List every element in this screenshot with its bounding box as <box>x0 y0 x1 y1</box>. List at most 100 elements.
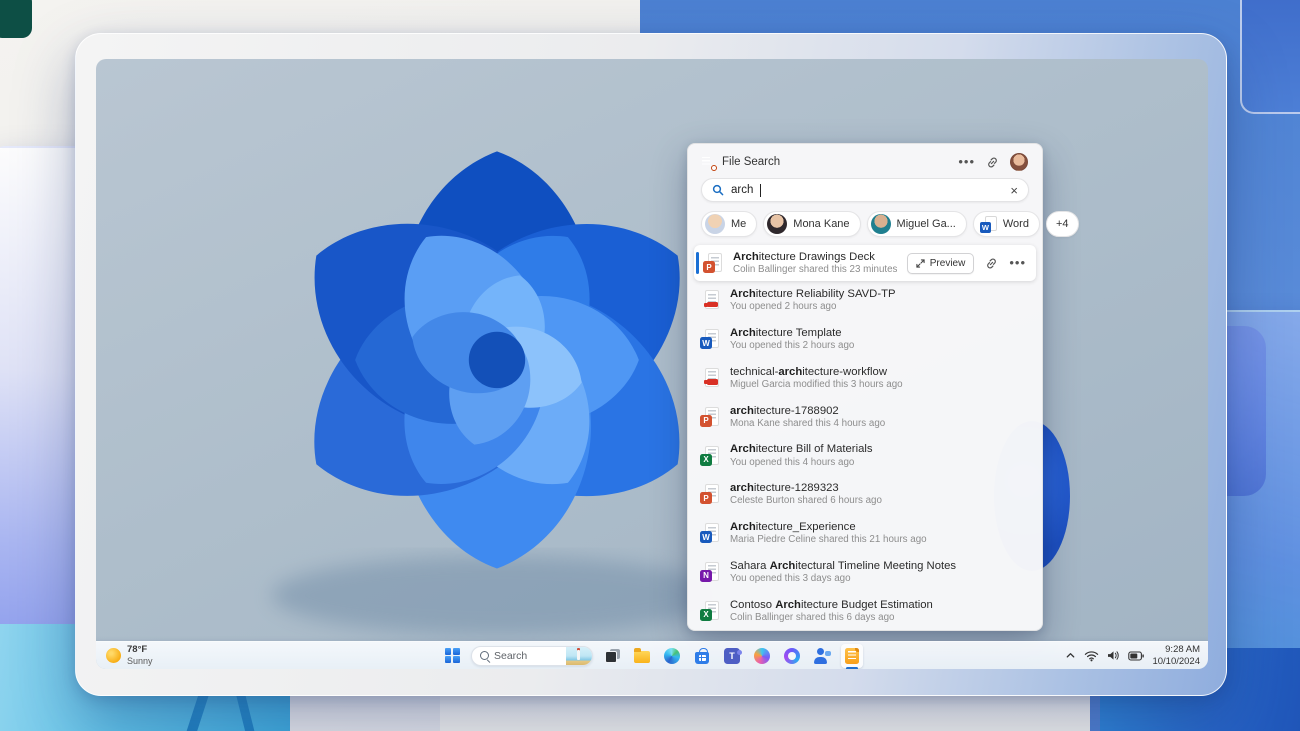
filter-chip-miguel[interactable]: Miguel Ga... <box>867 211 967 237</box>
copy-link-icon[interactable] <box>984 256 999 271</box>
result-row[interactable]: technical-architecture-workflow Miguel G… <box>688 359 1042 398</box>
result-row[interactable]: Architecture Reliability SAVD-TP You ope… <box>688 281 1042 320</box>
clock[interactable]: 9:28 AM 10/10/2024 <box>1152 644 1200 667</box>
folder-icon <box>634 651 650 663</box>
weather-condition: Sunny <box>127 656 153 666</box>
task-view-button[interactable] <box>601 644 623 668</box>
clock-time: 9:28 AM <box>1152 644 1200 655</box>
tray-chevron-icon[interactable] <box>1065 650 1076 661</box>
filter-chip-me[interactable]: Me <box>701 211 757 237</box>
file-search-icon <box>845 648 859 664</box>
result-title: Sahara Architectural Timeline Meeting No… <box>730 559 1042 573</box>
edge-button[interactable] <box>661 644 683 668</box>
result-title: architecture-1788902 <box>730 404 1042 418</box>
copilot-icon <box>754 648 770 664</box>
system-tray: 9:28 AM 10/10/2024 <box>1065 642 1200 669</box>
result-row[interactable]: P architecture-1788902 Mona Kane shared … <box>688 397 1042 436</box>
result-title: technical-architecture-workflow <box>730 365 1042 379</box>
clear-search-icon[interactable]: × <box>1010 183 1018 198</box>
people-icon <box>814 648 831 664</box>
people-button[interactable] <box>811 644 833 668</box>
window-title: File Search <box>722 156 951 168</box>
result-title: Architecture Reliability SAVD-TP <box>730 287 1042 301</box>
result-meta: You opened 2 hours ago <box>730 301 1042 313</box>
file-search-taskbar-button[interactable] <box>841 644 863 668</box>
row-more-options-icon[interactable]: ••• <box>1009 259 1026 267</box>
taskbar-search-label: Search <box>494 650 561 662</box>
powerpoint-file-icon: P <box>703 253 723 273</box>
taskbar-search-box[interactable]: Search <box>471 646 593 666</box>
speaker-icon[interactable] <box>1107 650 1120 661</box>
expand-icon <box>916 259 925 268</box>
word-app-icon: W <box>980 216 997 233</box>
preview-button[interactable]: Preview <box>907 253 975 274</box>
copilot-button[interactable] <box>751 644 773 668</box>
result-row[interactable]: W Architecture Template You opened this … <box>688 320 1042 359</box>
result-meta: Colin Ballinger shared this 6 days ago <box>730 612 1042 624</box>
start-button[interactable] <box>441 644 463 668</box>
search-icon <box>712 184 724 196</box>
profile-avatar[interactable] <box>1010 153 1028 171</box>
search-highlight-thumbnail <box>566 646 592 666</box>
selection-accent-bar <box>696 252 699 274</box>
excel-file-icon: X <box>700 446 720 466</box>
filter-chips: Me Mona Kane Miguel Ga... W Word +4 <box>701 211 1029 237</box>
pdf-file-icon <box>700 368 720 388</box>
teams-icon: T <box>724 648 740 664</box>
search-icon <box>480 651 489 660</box>
file-search-app-icon <box>700 154 715 170</box>
result-title: architecture-1289323 <box>730 481 1042 495</box>
result-title: Architecture_Experience <box>730 520 1042 534</box>
backdrop-teal-corner <box>0 0 32 38</box>
desktop-screen: File Search ••• arch <box>96 59 1208 669</box>
result-row[interactable]: W Architecture_Experience Maria Piedre C… <box>688 514 1042 553</box>
backdrop-panel-top-right <box>1240 0 1300 114</box>
excel-file-icon: X <box>700 601 720 621</box>
battery-icon[interactable] <box>1128 651 1144 661</box>
taskbar: 78°F Sunny Search T <box>96 641 1208 669</box>
weather-widget[interactable]: 78°F Sunny <box>106 642 153 669</box>
result-row[interactable]: X Contoso Architecture Budget Estimation… <box>688 591 1042 630</box>
filter-chip-more[interactable]: +4 <box>1046 211 1079 237</box>
loop-icon <box>784 648 800 664</box>
word-file-icon: W <box>700 329 720 349</box>
result-title: Architecture Drawings Deck <box>733 250 897 264</box>
result-row[interactable]: X Architecture Bill of Materials You ope… <box>688 436 1042 475</box>
link-icon[interactable] <box>985 155 1000 170</box>
result-meta: Colin Ballinger shared this 23 minutes a… <box>733 264 897 276</box>
monitor: File Search ••• arch <box>75 33 1227 696</box>
result-title: Contoso Architecture Budget Estimation <box>730 598 1042 612</box>
more-options-icon[interactable]: ••• <box>958 158 975 166</box>
word-file-icon: W <box>700 523 720 543</box>
taskbar-center: Search T <box>441 642 863 669</box>
wifi-icon[interactable] <box>1084 650 1099 662</box>
result-row[interactable]: N Sahara Architectural Timeline Meeting … <box>688 553 1042 592</box>
result-row[interactable]: P architecture-1289323 Celeste Burton sh… <box>688 475 1042 514</box>
filter-chip-mona-kane[interactable]: Mona Kane <box>763 211 860 237</box>
result-row-selected[interactable]: P Architecture Drawings Deck Colin Balli… <box>694 245 1036 281</box>
pdf-file-icon <box>700 290 720 310</box>
windows-logo-icon <box>445 648 460 663</box>
onenote-file-icon: N <box>700 562 720 582</box>
clock-date: 10/10/2024 <box>1152 656 1200 667</box>
search-text: arch <box>731 184 753 196</box>
result-meta: You opened this 3 days ago <box>730 573 1042 585</box>
result-meta: You opened this 2 hours ago <box>730 340 1042 352</box>
search-input[interactable]: arch × <box>701 178 1029 202</box>
loop-button[interactable] <box>781 644 803 668</box>
result-title: Architecture Bill of Materials <box>730 442 1042 456</box>
powerpoint-file-icon: P <box>700 484 720 504</box>
result-meta: Celeste Burton shared 6 hours ago <box>730 495 1042 507</box>
result-meta: You opened this 4 hours ago <box>730 457 1042 469</box>
filter-chip-word[interactable]: W Word <box>973 211 1040 237</box>
teams-button[interactable]: T <box>721 644 743 668</box>
edge-icon <box>664 648 680 664</box>
microsoft-store-button[interactable] <box>691 644 713 668</box>
window-header: File Search ••• <box>688 144 1042 178</box>
file-explorer-button[interactable] <box>631 644 653 668</box>
file-search-window: File Search ••• arch <box>687 143 1043 631</box>
text-caret <box>760 184 761 197</box>
powerpoint-file-icon: P <box>700 407 720 427</box>
search-results-list: P Architecture Drawings Deck Colin Balli… <box>688 245 1042 630</box>
result-meta: Mona Kane shared this 4 hours ago <box>730 418 1042 430</box>
